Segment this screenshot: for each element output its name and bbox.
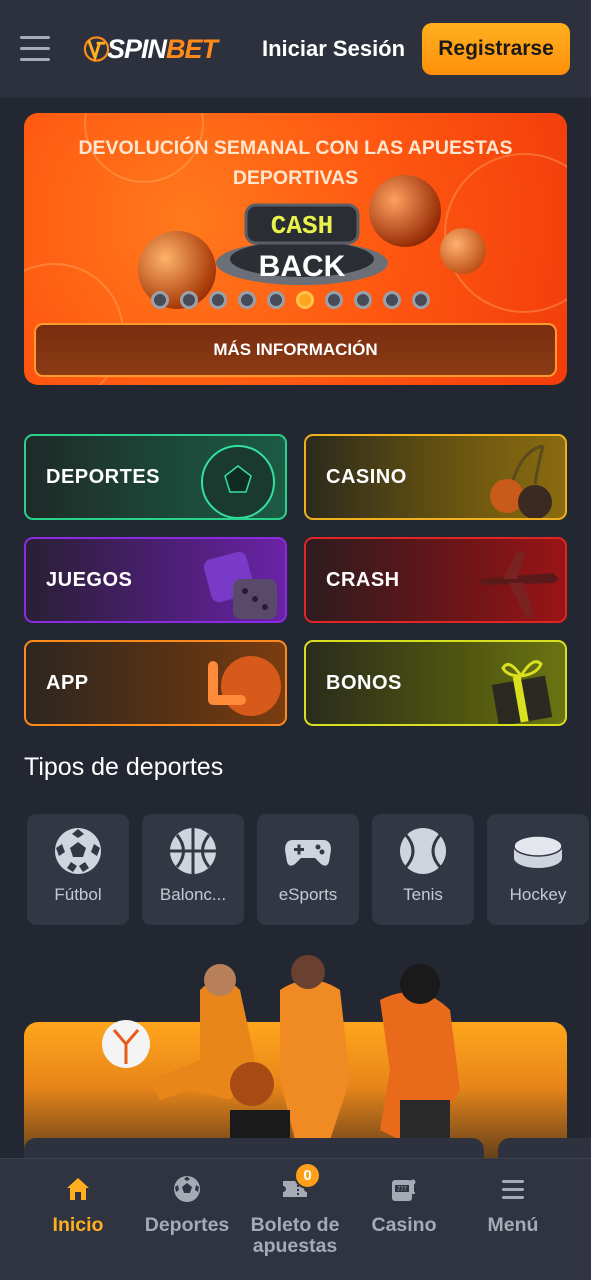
svg-text:777: 777 bbox=[397, 1187, 408, 1193]
tile-label: BONOS bbox=[326, 671, 402, 694]
hockey-puck-icon bbox=[513, 835, 563, 868]
menu-icon bbox=[502, 1180, 524, 1199]
cherries-icon bbox=[490, 444, 552, 518]
carousel-dot[interactable] bbox=[267, 291, 285, 309]
nav-label: Deportes bbox=[144, 1214, 230, 1236]
volleyball-art bbox=[440, 228, 486, 274]
spinbet-logo[interactable]: SPINBET bbox=[82, 24, 218, 74]
sport-label: Hockey bbox=[509, 885, 567, 904]
betslip-count-badge: 0 bbox=[294, 1162, 321, 1189]
carousel-dot[interactable] bbox=[180, 291, 198, 309]
nav-label: Inicio bbox=[52, 1214, 104, 1236]
register-button[interactable]: Registrarse bbox=[422, 23, 570, 75]
carousel-dot[interactable] bbox=[354, 291, 372, 309]
carousel-dot[interactable] bbox=[296, 291, 314, 309]
sport-label: Tenis bbox=[403, 885, 443, 904]
sport-label: Balonc... bbox=[159, 885, 227, 904]
sports-types-title: Tipos de deportes bbox=[24, 753, 224, 781]
carousel-dot[interactable] bbox=[383, 291, 401, 309]
airplane-icon bbox=[479, 551, 559, 619]
nav-label: Boleto de apuestas bbox=[250, 1214, 340, 1257]
tennis-ball-icon bbox=[400, 828, 446, 874]
promo-banner[interactable]: DEVOLUCIÓN SEMANAL CON LAS APUESTAS DEPO… bbox=[24, 113, 567, 385]
nav-label: Casino bbox=[371, 1214, 437, 1236]
nav-item-deportes[interactable]: Deportes bbox=[132, 1159, 242, 1280]
hamburger-menu-icon[interactable] bbox=[20, 36, 50, 62]
category-tile-deportes[interactable]: DEPORTES bbox=[24, 434, 287, 520]
sports-types-list: Fútbol Balonc... eSports Tenis Hockey bbox=[27, 814, 589, 925]
basketball-icon bbox=[170, 828, 216, 874]
nav-item-menu[interactable]: Menú bbox=[458, 1159, 568, 1280]
category-tile-juegos[interactable]: JUEGOS bbox=[24, 537, 287, 623]
slot-machine-icon: 777 bbox=[392, 1179, 416, 1201]
sport-label: Fútbol bbox=[54, 885, 102, 904]
app-root: SPINBET Iniciar Sesión Registrarse DEVOL… bbox=[0, 0, 591, 1280]
category-tile-crash[interactable]: CRASH bbox=[304, 537, 567, 623]
tile-label: CRASH bbox=[326, 568, 400, 591]
category-tile-bonos[interactable]: BONOS bbox=[304, 640, 567, 726]
cashback-art: CASH BACK bbox=[216, 203, 388, 285]
nav-item-casino[interactable]: 777 Casino bbox=[349, 1159, 459, 1280]
carousel-dot[interactable] bbox=[238, 291, 256, 309]
carousel-dot[interactable] bbox=[325, 291, 343, 309]
carousel-dots bbox=[151, 291, 430, 309]
nav-label: Menú bbox=[487, 1214, 539, 1236]
category-tile-app[interactable]: APP bbox=[24, 640, 287, 726]
sport-item-esports[interactable]: eSports bbox=[257, 814, 359, 925]
dice-icon bbox=[203, 551, 277, 619]
soccer-icon bbox=[174, 1176, 200, 1202]
cashback-line2: BACK bbox=[259, 250, 346, 283]
sport-label: eSports bbox=[278, 885, 338, 904]
logo-mark-icon bbox=[83, 36, 110, 63]
sport-item-futbol[interactable]: Fútbol bbox=[27, 814, 129, 925]
gamepad-icon bbox=[285, 840, 331, 866]
home-icon bbox=[67, 1178, 89, 1200]
gift-box-icon bbox=[491, 660, 553, 724]
soccer-ball-icon bbox=[201, 445, 275, 518]
tile-label: JUEGOS bbox=[46, 568, 133, 591]
tile-label: CASINO bbox=[326, 465, 407, 488]
carousel-dot[interactable] bbox=[412, 291, 430, 309]
category-tile-casino[interactable]: CASINO bbox=[304, 434, 567, 520]
tile-label: APP bbox=[46, 671, 89, 694]
download-logo-icon bbox=[208, 656, 281, 716]
tile-label: DEPORTES bbox=[46, 465, 161, 488]
logo-wordmark: SPINBET bbox=[106, 33, 218, 65]
top-header: SPINBET Iniciar Sesión Registrarse bbox=[0, 0, 591, 98]
sport-item-hockey[interactable]: Hockey bbox=[487, 814, 589, 925]
sport-item-baloncesto[interactable]: Balonc... bbox=[142, 814, 244, 925]
sport-item-tenis[interactable]: Tenis bbox=[372, 814, 474, 925]
carousel-dot[interactable] bbox=[209, 291, 227, 309]
logo-text-bet: BET bbox=[166, 33, 218, 64]
more-info-button[interactable]: MÁS INFORMACIÓN bbox=[34, 323, 557, 377]
nav-item-inicio[interactable]: Inicio bbox=[23, 1159, 133, 1280]
cashback-line1: CASH bbox=[271, 211, 333, 241]
logo-text-spin: SPIN bbox=[106, 33, 167, 64]
banner-title: DEVOLUCIÓN SEMANAL CON LAS APUESTAS DEPO… bbox=[78, 137, 513, 189]
login-link[interactable]: Iniciar Sesión bbox=[262, 36, 405, 62]
carousel-dot[interactable] bbox=[151, 291, 169, 309]
athletes-illustration bbox=[102, 955, 460, 1150]
soccer-icon bbox=[55, 828, 101, 874]
